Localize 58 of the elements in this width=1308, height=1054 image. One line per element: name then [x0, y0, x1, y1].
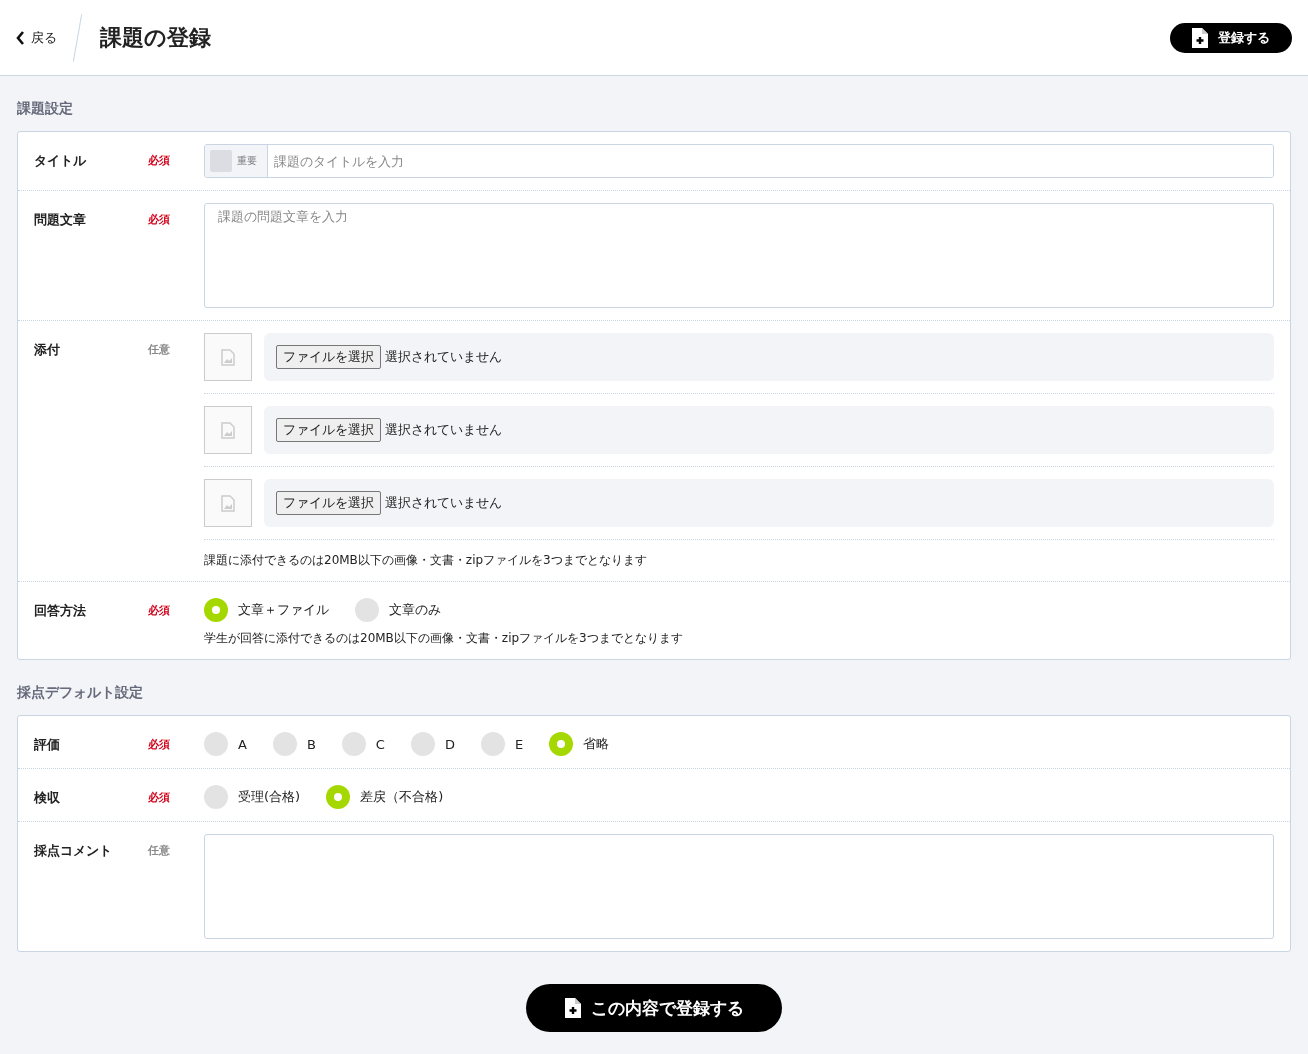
radio-option[interactable]: 差戻（不合格): [326, 785, 444, 809]
file-status: 選択されていません: [385, 348, 502, 366]
text-area[interactable]: [204, 834, 1274, 939]
field-label: 問題文章: [34, 211, 87, 229]
radio-dot[interactable]: [204, 732, 228, 756]
requirement-label: 必須: [148, 603, 171, 619]
radio-option[interactable]: B: [272, 732, 316, 756]
radio-option[interactable]: 受理(合格): [204, 785, 301, 809]
radio-dot[interactable]: [480, 732, 505, 756]
add-document-icon: [564, 998, 581, 1018]
field-label: 評価: [34, 736, 61, 754]
radio-option[interactable]: D: [410, 732, 455, 756]
chevron-left-icon: [16, 30, 25, 45]
radio-option[interactable]: C: [341, 732, 385, 756]
radio-option[interactable]: E: [480, 732, 524, 756]
radio-dot[interactable]: [272, 732, 297, 756]
radio-dot[interactable]: [204, 785, 228, 809]
radio-dot[interactable]: [355, 598, 379, 622]
field-label: 検収: [34, 789, 61, 807]
text-area[interactable]: 課題の問題文章を入力: [204, 203, 1274, 308]
radio-dot[interactable]: [326, 785, 351, 809]
note-text: 学生が回答に添付できるのは20MB以下の画像・文書・zipファイルを3つまでとなります: [204, 630, 684, 647]
choose-file-button[interactable]: ファイルを選択: [276, 345, 381, 369]
requirement-label: 必須: [148, 790, 171, 806]
file-status: 選択されていません: [385, 494, 502, 512]
important-toggle[interactable]: 重要: [205, 145, 268, 177]
radio-dot[interactable]: [341, 732, 366, 756]
section-title: 採点デフォルト設定: [17, 684, 144, 702]
title-field[interactable]: 重要 課題のタイトルを入力: [204, 144, 1274, 178]
radio-option[interactable]: 文章＋ファイル: [204, 598, 329, 622]
back-link[interactable]: 戻る: [16, 28, 57, 47]
radio-dot[interactable]: [549, 732, 574, 756]
radio-option[interactable]: A: [204, 732, 247, 756]
register-button[interactable]: 登録する: [1170, 22, 1292, 53]
note-text: 課題に添付できるのは20MB以下の画像・文書・zipファイルを3つまでとなります: [204, 552, 648, 569]
page-title: 課題の登録: [100, 23, 211, 52]
field-label: 回答方法: [34, 602, 87, 620]
requirement-label: 任意: [148, 342, 171, 358]
choose-file-button[interactable]: ファイルを選択: [276, 418, 381, 442]
file-status: 選択されていません: [385, 421, 502, 439]
requirement-label: 任意: [148, 843, 171, 859]
section-title: 課題設定: [17, 100, 74, 118]
radio-option[interactable]: 省略: [549, 732, 610, 756]
image-file-icon: [221, 421, 235, 439]
choose-file-button[interactable]: ファイルを選択: [276, 491, 381, 515]
radio-dot[interactable]: [204, 598, 228, 622]
add-document-icon: [1192, 27, 1208, 48]
requirement-label: 必須: [148, 153, 171, 169]
image-file-icon: [221, 348, 235, 366]
field-label: 採点コメント: [34, 842, 113, 860]
field-label: タイトル: [34, 152, 87, 170]
field-label: 添付: [34, 341, 61, 359]
submit-button[interactable]: この内容で登録する: [526, 984, 782, 1032]
radio-dot[interactable]: [410, 732, 435, 756]
requirement-label: 必須: [148, 212, 171, 228]
radio-option[interactable]: 文章のみ: [355, 598, 441, 622]
image-file-icon: [221, 494, 235, 512]
requirement-label: 必須: [148, 737, 171, 753]
